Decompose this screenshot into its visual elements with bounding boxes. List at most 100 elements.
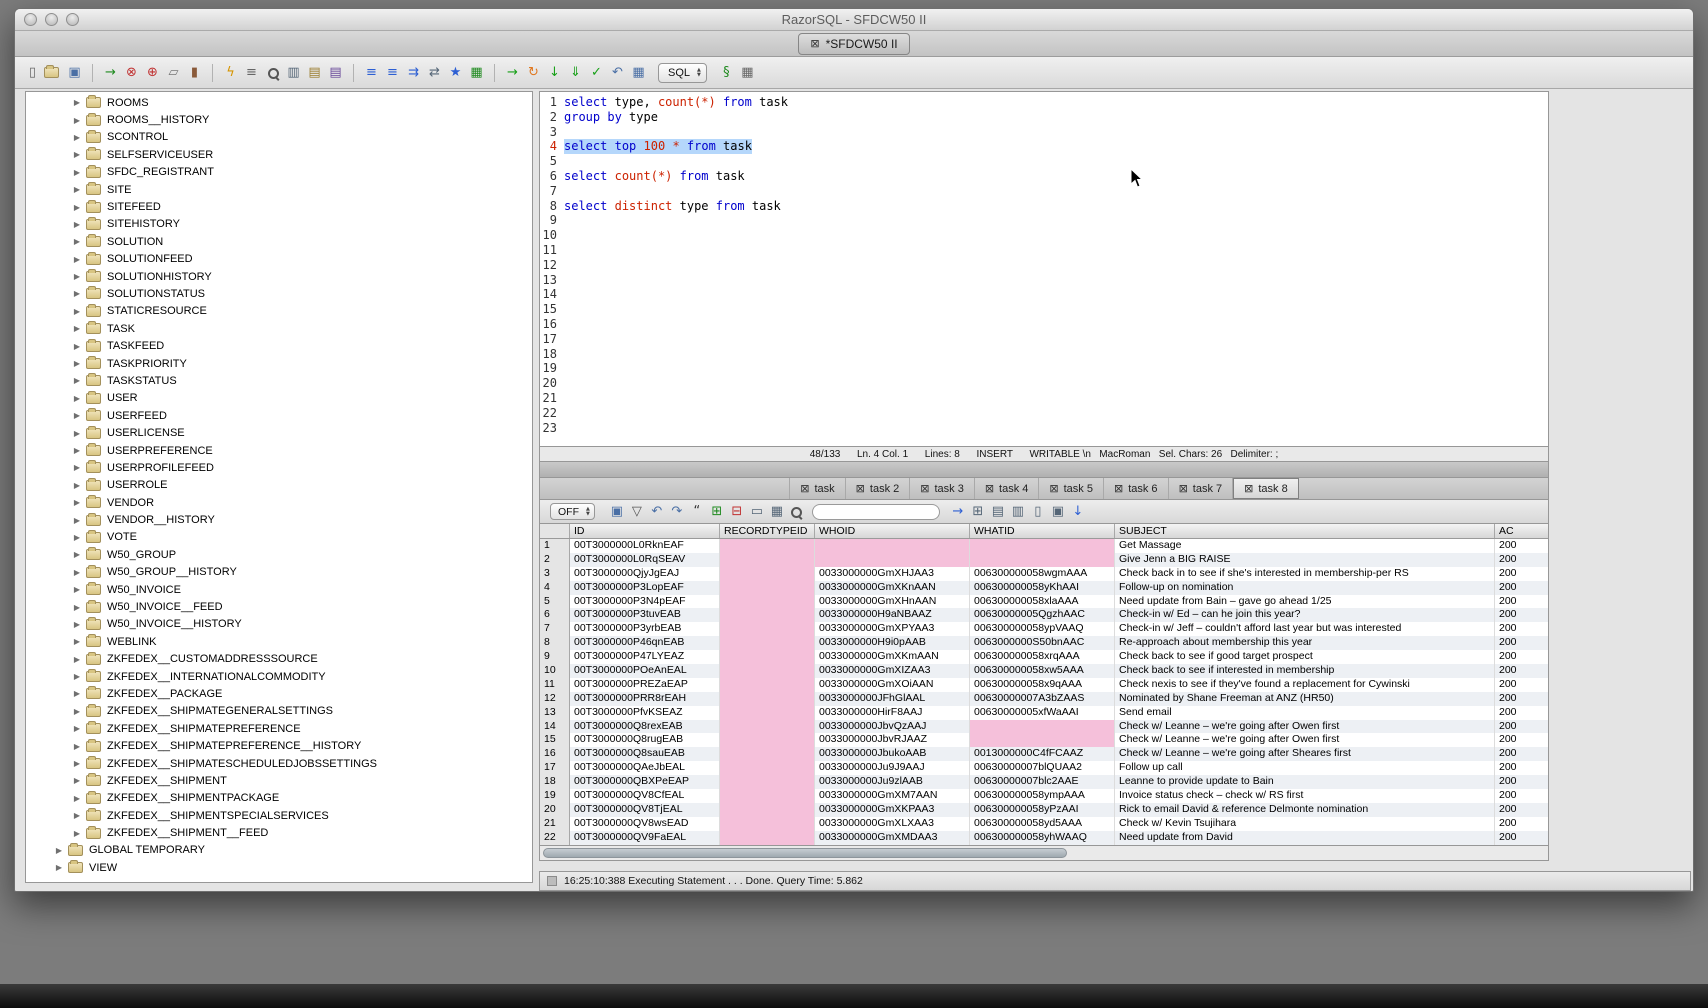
disclosure-triangle-icon[interactable]: ▶ xyxy=(70,550,84,559)
cell-who[interactable]: 0033000000HirF8AAJ xyxy=(815,706,970,720)
reload-icon[interactable]: ↻ xyxy=(524,63,543,83)
table-row[interactable]: 200T3000000L0RqSEAVGive Jenn a BIG RAISE… xyxy=(540,553,1548,567)
new-file-icon[interactable]: ▯ xyxy=(23,63,42,83)
table-row[interactable]: 900T3000000P47LYEAZ0033000000GmXKmAAN006… xyxy=(540,650,1548,664)
cell-what[interactable]: 0063000000S50bnAAC xyxy=(970,636,1115,650)
cell-ac[interactable]: 200 xyxy=(1495,678,1548,692)
next-statement-icon[interactable]: ↷ xyxy=(668,503,686,521)
commit-icon[interactable]: ✓ xyxy=(587,63,606,83)
disconnect-icon[interactable]: ⊗ xyxy=(122,63,141,83)
cell-who[interactable] xyxy=(815,553,970,567)
cell-id[interactable]: 00T3000000P3yrbEAB xyxy=(570,622,720,636)
cell-what[interactable]: 006300000058yd5AAA xyxy=(970,817,1115,831)
tree-item[interactable]: ▶W50_INVOICE__FEED xyxy=(26,598,532,615)
cell-who[interactable]: 0033000000GmXHnAAN xyxy=(815,595,970,609)
cell-what[interactable]: 006300000058ypVAAQ xyxy=(970,622,1115,636)
cell-subj[interactable]: Follow-up on nomination xyxy=(1115,581,1495,595)
cell-what[interactable]: 006300000058yhWAAQ xyxy=(970,831,1115,845)
result-tab[interactable]: ⊠task xyxy=(789,478,845,499)
copy-icon[interactable]: ▥ xyxy=(284,63,303,83)
cell-rt[interactable] xyxy=(720,720,815,734)
tree-item[interactable]: ▶W50_INVOICE__HISTORY xyxy=(26,616,532,633)
goto-row-icon[interactable]: → xyxy=(949,503,967,521)
cell-subj[interactable]: Give Jenn a BIG RAISE xyxy=(1115,553,1495,567)
tree-item[interactable]: ▶ZKFEDEX__INTERNATIONALCOMMODITY xyxy=(26,668,532,685)
disclosure-triangle-icon[interactable]: ▶ xyxy=(70,672,84,681)
cell-who[interactable]: 0033000000GmXOiAAN xyxy=(815,678,970,692)
cell-ac[interactable]: 200 xyxy=(1495,608,1548,622)
cell-ac[interactable]: 200 xyxy=(1495,831,1548,845)
disclosure-triangle-icon[interactable]: ▶ xyxy=(70,759,84,768)
disclosure-triangle-icon[interactable]: ▶ xyxy=(70,811,84,820)
cell-id[interactable]: 00T3000000P3N4pEAF xyxy=(570,595,720,609)
cell-rt[interactable] xyxy=(720,553,815,567)
tree-item[interactable]: ▶VENDOR xyxy=(26,494,532,511)
tree-item[interactable]: ▶VIEW xyxy=(26,859,532,876)
cell-id[interactable]: 00T3000000P3LopEAF xyxy=(570,581,720,595)
cell-subj[interactable]: Rick to email David & reference Delmonte… xyxy=(1115,803,1495,817)
find-icon[interactable] xyxy=(263,63,282,83)
cell-who[interactable]: 0033000000JbvRJAAZ xyxy=(815,733,970,747)
cell-ac[interactable]: 200 xyxy=(1495,539,1548,553)
tree-item[interactable]: ▶TASKFEED xyxy=(26,337,532,354)
result-tab[interactable]: ⊠task 7 xyxy=(1169,478,1234,499)
cell-subj[interactable]: Leanne to provide update to Bain xyxy=(1115,775,1495,789)
disclosure-triangle-icon[interactable]: ▶ xyxy=(70,168,84,177)
disclosure-triangle-icon[interactable]: ▶ xyxy=(52,846,66,855)
table-row[interactable]: 1700T3000000QAeJbEAL0033000000Ju9J9AAJ00… xyxy=(540,761,1548,775)
cell-id[interactable]: 00T3000000QAeJbEAL xyxy=(570,761,720,775)
disclosure-triangle-icon[interactable]: ▶ xyxy=(70,324,84,333)
cell-ac[interactable]: 200 xyxy=(1495,567,1548,581)
cell-id[interactable]: 00T3000000POeAnEAL xyxy=(570,664,720,678)
cell-what[interactable]: 006300000058xw5AAA xyxy=(970,664,1115,678)
cell-what[interactable]: 006300000058yPzAAI xyxy=(970,803,1115,817)
minimize-window-button[interactable] xyxy=(45,13,58,26)
cell-who[interactable]: 0033000000Ju9J9AAJ xyxy=(815,761,970,775)
tree-item[interactable]: ▶ROOMS xyxy=(26,94,532,111)
cell-who[interactable]: 0033000000GmXKnAAN xyxy=(815,581,970,595)
tree-item[interactable]: ▶ZKFEDEX__SHIPMENTPACKAGE xyxy=(26,790,532,807)
cell-who[interactable]: 0033000000GmXIZAA3 xyxy=(815,664,970,678)
cell-what[interactable]: 0013000000C4fFCAAZ xyxy=(970,747,1115,761)
cell-subj[interactable]: Nominated by Shane Freeman at ANZ (HR50) xyxy=(1115,692,1495,706)
disclosure-triangle-icon[interactable]: ▶ xyxy=(70,289,84,298)
cell-ac[interactable]: 200 xyxy=(1495,761,1548,775)
cell-who[interactable]: 0033000000GmXMDAA3 xyxy=(815,831,970,845)
disclosure-triangle-icon[interactable]: ▶ xyxy=(70,829,84,838)
format-sql-icon[interactable]: ≡ xyxy=(242,63,261,83)
results-search-input[interactable] xyxy=(812,504,940,520)
disclosure-triangle-icon[interactable]: ▶ xyxy=(70,603,84,612)
table-row[interactable]: 1000T3000000POeAnEAL0033000000GmXIZAA300… xyxy=(540,664,1548,678)
editor-horizontal-scrollbar[interactable] xyxy=(539,462,1549,478)
table-row[interactable]: 2100T3000000QV8wsEAD0033000000GmXLXAA300… xyxy=(540,817,1548,831)
cell-subj[interactable]: Get Massage xyxy=(1115,539,1495,553)
tree-item[interactable]: ▶ZKFEDEX__SHIPMENT xyxy=(26,772,532,789)
cell-id[interactable]: 00T3000000QV8wsEAD xyxy=(570,817,720,831)
cell-ac[interactable]: 200 xyxy=(1495,650,1548,664)
cell-ac[interactable]: 200 xyxy=(1495,622,1548,636)
cell-what[interactable]: 00630000007blc2AAE xyxy=(970,775,1115,789)
disclosure-triangle-icon[interactable]: ▶ xyxy=(70,637,84,646)
cell-subj[interactable]: Check back to see if good target prospec… xyxy=(1115,650,1495,664)
cell-subj[interactable]: Invoice status check – check w/ RS first xyxy=(1115,789,1495,803)
tree-item[interactable]: ▶USER xyxy=(26,390,532,407)
disclosure-triangle-icon[interactable]: ▶ xyxy=(70,794,84,803)
result-tab[interactable]: ⊠task 2 xyxy=(846,478,911,499)
table-row[interactable]: 1100T3000000PREZaEAP0033000000GmXOiAAN00… xyxy=(540,678,1548,692)
cell-subj[interactable]: Need update from David xyxy=(1115,831,1495,845)
cell-id[interactable]: 00T3000000Q8sauEAB xyxy=(570,747,720,761)
column-header[interactable]: WHATID xyxy=(970,524,1115,538)
fetch-all-icon[interactable]: ⇓ xyxy=(566,63,585,83)
disclosure-triangle-icon[interactable]: ▶ xyxy=(70,776,84,785)
cell-ac[interactable]: 200 xyxy=(1495,636,1548,650)
insert-row-icon[interactable]: ⊞ xyxy=(708,503,726,521)
results-window-icon[interactable]: ▦ xyxy=(738,63,757,83)
table-row[interactable]: 800T3000000P46qnEAB0033000000H9i0pAAB006… xyxy=(540,636,1548,650)
cell-rt[interactable] xyxy=(720,678,815,692)
cell-what[interactable]: 00630000007blQUAA2 xyxy=(970,761,1115,775)
tree-item[interactable]: ▶SITEFEED xyxy=(26,198,532,215)
disclosure-triangle-icon[interactable]: ▶ xyxy=(70,689,84,698)
scrollbar-thumb[interactable] xyxy=(543,848,1067,858)
cell-who[interactable]: 0033000000Ju9zlAAB xyxy=(815,775,970,789)
statement-type-select[interactable]: SQL ▲▼ xyxy=(658,63,707,83)
